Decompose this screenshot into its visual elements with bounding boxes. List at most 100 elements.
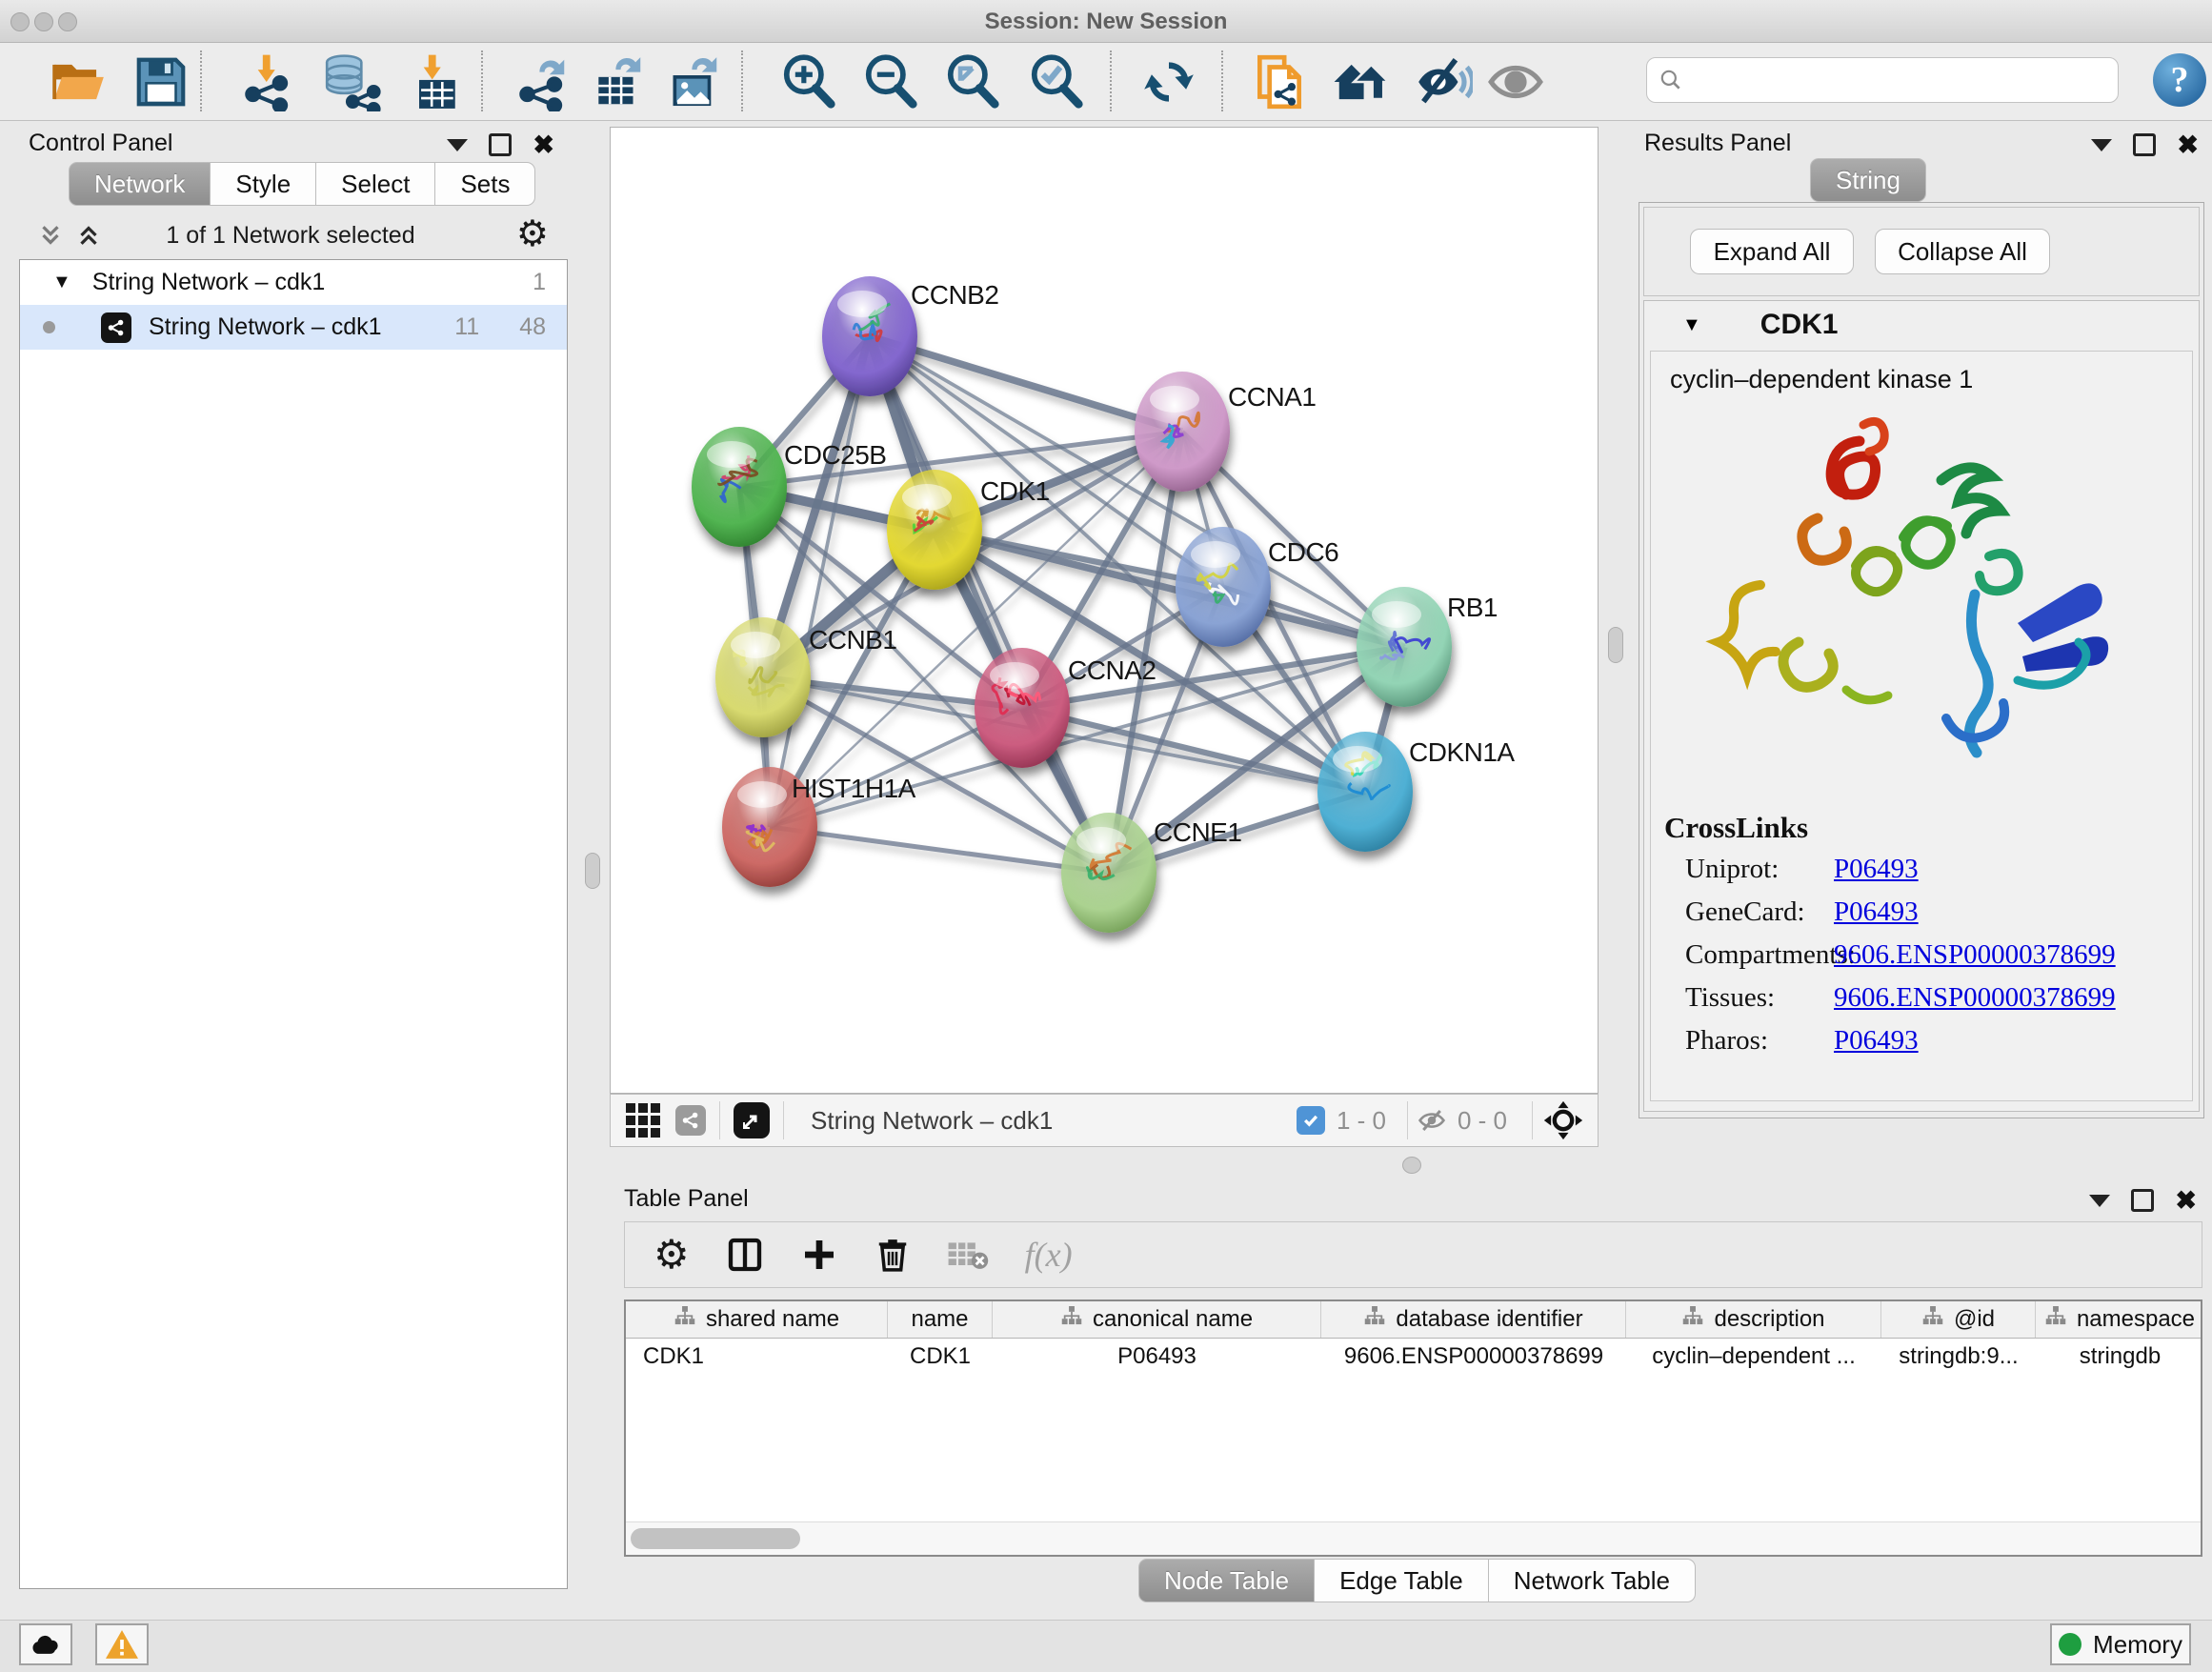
tab-sets[interactable]: Sets	[435, 162, 535, 206]
table-row[interactable]: CDK1CDK1P064939606.ENSP00000378699cyclin…	[626, 1339, 2201, 1375]
export-network-icon[interactable]	[513, 52, 572, 111]
crosslink-link[interactable]: P06493	[1834, 1025, 1919, 1057]
panel-menu-caret-icon[interactable]	[2089, 1195, 2110, 1207]
network-edge[interactable]	[770, 336, 870, 827]
crosslink-link[interactable]: P06493	[1834, 854, 1919, 885]
node-entry-header[interactable]: ▼ CDK1	[1644, 301, 2199, 349]
entry-expand-caret-icon[interactable]: ▼	[1682, 314, 1701, 336]
table-toolbar: ⚙ f(x)	[624, 1221, 2202, 1288]
table-cell[interactable]: stringdb	[2036, 1339, 2202, 1375]
left-splitter-handle[interactable]	[585, 853, 600, 889]
panel-close-icon[interactable]: ✖	[533, 135, 554, 154]
network-node-ccnb1[interactable]	[715, 617, 811, 737]
search-input[interactable]	[1693, 66, 2106, 94]
tab-network-table[interactable]: Network Table	[1489, 1559, 1696, 1602]
export-image-icon[interactable]	[665, 52, 724, 111]
network-node-ccnb2[interactable]	[822, 276, 917, 396]
network-graph[interactable]: CCNB2CCNA1CDC25BCDK1CDC6RB1CCNB1CCNA2CDK…	[611, 128, 1598, 1093]
column-header--id[interactable]: @id	[1881, 1301, 2036, 1338]
zoom-out-icon[interactable]	[861, 52, 920, 111]
panel-menu-caret-icon[interactable]	[447, 139, 468, 151]
network-node-ccne1[interactable]	[1061, 813, 1156, 933]
crosslink-link[interactable]: P06493	[1834, 896, 1919, 928]
column-header-name[interactable]: name	[888, 1301, 993, 1338]
network-node-cdk1[interactable]	[887, 470, 982, 590]
network-node-cdc6[interactable]	[1176, 527, 1271, 647]
network-node-ccna2[interactable]	[975, 648, 1070, 768]
table-cell[interactable]: P06493	[993, 1339, 1321, 1375]
selected-checkbox-icon[interactable]	[1297, 1106, 1325, 1135]
refresh-icon[interactable]	[1139, 52, 1198, 111]
network-canvas[interactable]: CCNB2CCNA1CDC25BCDK1CDC6RB1CCNB1CCNA2CDK…	[610, 127, 1599, 1094]
panel-float-icon[interactable]	[489, 133, 512, 156]
right-splitter-handle[interactable]	[1608, 627, 1623, 663]
zoom-selected-icon[interactable]	[1027, 52, 1086, 111]
table-cell[interactable]: CDK1	[888, 1339, 993, 1375]
hidden-eye-icon[interactable]	[1416, 1106, 1448, 1135]
crosslink-link[interactable]: 9606.ENSP00000378699	[1834, 982, 2116, 1014]
network-node-cdkn1a[interactable]	[1317, 732, 1413, 852]
panel-close-icon[interactable]: ✖	[2177, 135, 2199, 154]
grid-view-icon[interactable]	[626, 1103, 660, 1138]
network-edge[interactable]	[770, 827, 1109, 873]
panel-close-icon[interactable]: ✖	[2175, 1191, 2197, 1210]
collapse-all-button[interactable]: Collapse All	[1875, 229, 2050, 274]
show-columns-icon[interactable]	[726, 1235, 764, 1275]
open-session-icon[interactable]	[50, 52, 109, 111]
search-icon	[1659, 68, 1683, 92]
toolbar-search[interactable]	[1646, 57, 2119, 103]
panel-float-icon[interactable]	[2131, 1189, 2154, 1212]
open-in-window-icon[interactable]	[734, 1102, 770, 1138]
network-node-ccna1[interactable]	[1135, 372, 1230, 492]
collection-expand-caret-icon[interactable]: ▼	[52, 272, 71, 293]
zoom-in-icon[interactable]	[779, 52, 838, 111]
table-cell[interactable]: CDK1	[626, 1339, 888, 1375]
table-cell[interactable]: stringdb:9...	[1881, 1339, 2036, 1375]
add-column-icon[interactable]	[800, 1236, 838, 1274]
birdseye-navigator-icon[interactable]	[1542, 1099, 1584, 1141]
column-header-database-identifier[interactable]: database identifier	[1321, 1301, 1626, 1338]
column-header-description[interactable]: description	[1626, 1301, 1881, 1338]
table-cell[interactable]: 9606.ENSP00000378699	[1321, 1339, 1626, 1375]
crosslink-link[interactable]: 9606.ENSP00000378699	[1834, 939, 2116, 971]
scrollbar-thumb[interactable]	[631, 1528, 800, 1549]
cloud-button[interactable]	[19, 1623, 72, 1665]
tab-edge-table[interactable]: Edge Table	[1315, 1559, 1489, 1602]
column-header-canonical-name[interactable]: canonical name	[993, 1301, 1321, 1338]
tab-node-table[interactable]: Node Table	[1138, 1559, 1315, 1602]
copy-network-icon[interactable]	[1250, 52, 1309, 111]
panel-float-icon[interactable]	[2133, 133, 2156, 156]
tab-string[interactable]: String	[1810, 158, 1926, 202]
expand-all-button[interactable]: Expand All	[1690, 229, 1854, 274]
panel-menu-caret-icon[interactable]	[2091, 139, 2112, 151]
help-button[interactable]: ?	[2153, 53, 2206, 107]
tab-style[interactable]: Style	[211, 162, 316, 206]
column-header-shared-name[interactable]: shared name	[626, 1301, 888, 1338]
warning-button[interactable]	[95, 1623, 149, 1665]
network-node-rb1[interactable]	[1357, 587, 1452, 707]
network-row-selected[interactable]: String Network – cdk1 11 48	[20, 305, 567, 350]
import-network-database-icon[interactable]	[322, 52, 381, 111]
save-session-icon[interactable]	[131, 52, 191, 111]
network-edge[interactable]	[870, 336, 1182, 432]
tab-select[interactable]: Select	[316, 162, 435, 206]
bottom-splitter-handle[interactable]	[1402, 1157, 1421, 1174]
network-options-gear-icon[interactable]: ⚙	[516, 217, 549, 252]
table-horizontal-scrollbar[interactable]	[626, 1521, 2201, 1555]
hide-network-eye-icon[interactable]	[1414, 52, 1473, 111]
memory-button[interactable]: Memory	[2050, 1623, 2191, 1665]
import-table-icon[interactable]	[404, 52, 463, 111]
import-network-icon[interactable]	[238, 52, 297, 111]
export-table-icon[interactable]	[589, 52, 648, 111]
column-header-namespace[interactable]: namespace	[2036, 1301, 2202, 1338]
network-node-cdc25b[interactable]	[692, 427, 787, 547]
home-icon[interactable]	[1332, 52, 1391, 111]
table-options-gear-icon[interactable]: ⚙	[654, 1238, 690, 1272]
zoom-fit-icon[interactable]	[943, 52, 1002, 111]
node-table[interactable]: shared namenamecanonical namedatabase id…	[624, 1299, 2202, 1557]
tab-network[interactable]: Network	[69, 162, 211, 206]
network-type-share-icon[interactable]	[675, 1105, 706, 1136]
delete-column-icon[interactable]	[875, 1235, 911, 1275]
table-cell[interactable]: cyclin–dependent ...	[1626, 1339, 1881, 1375]
network-collection-row[interactable]: ▼ String Network – cdk1 1	[20, 260, 567, 305]
